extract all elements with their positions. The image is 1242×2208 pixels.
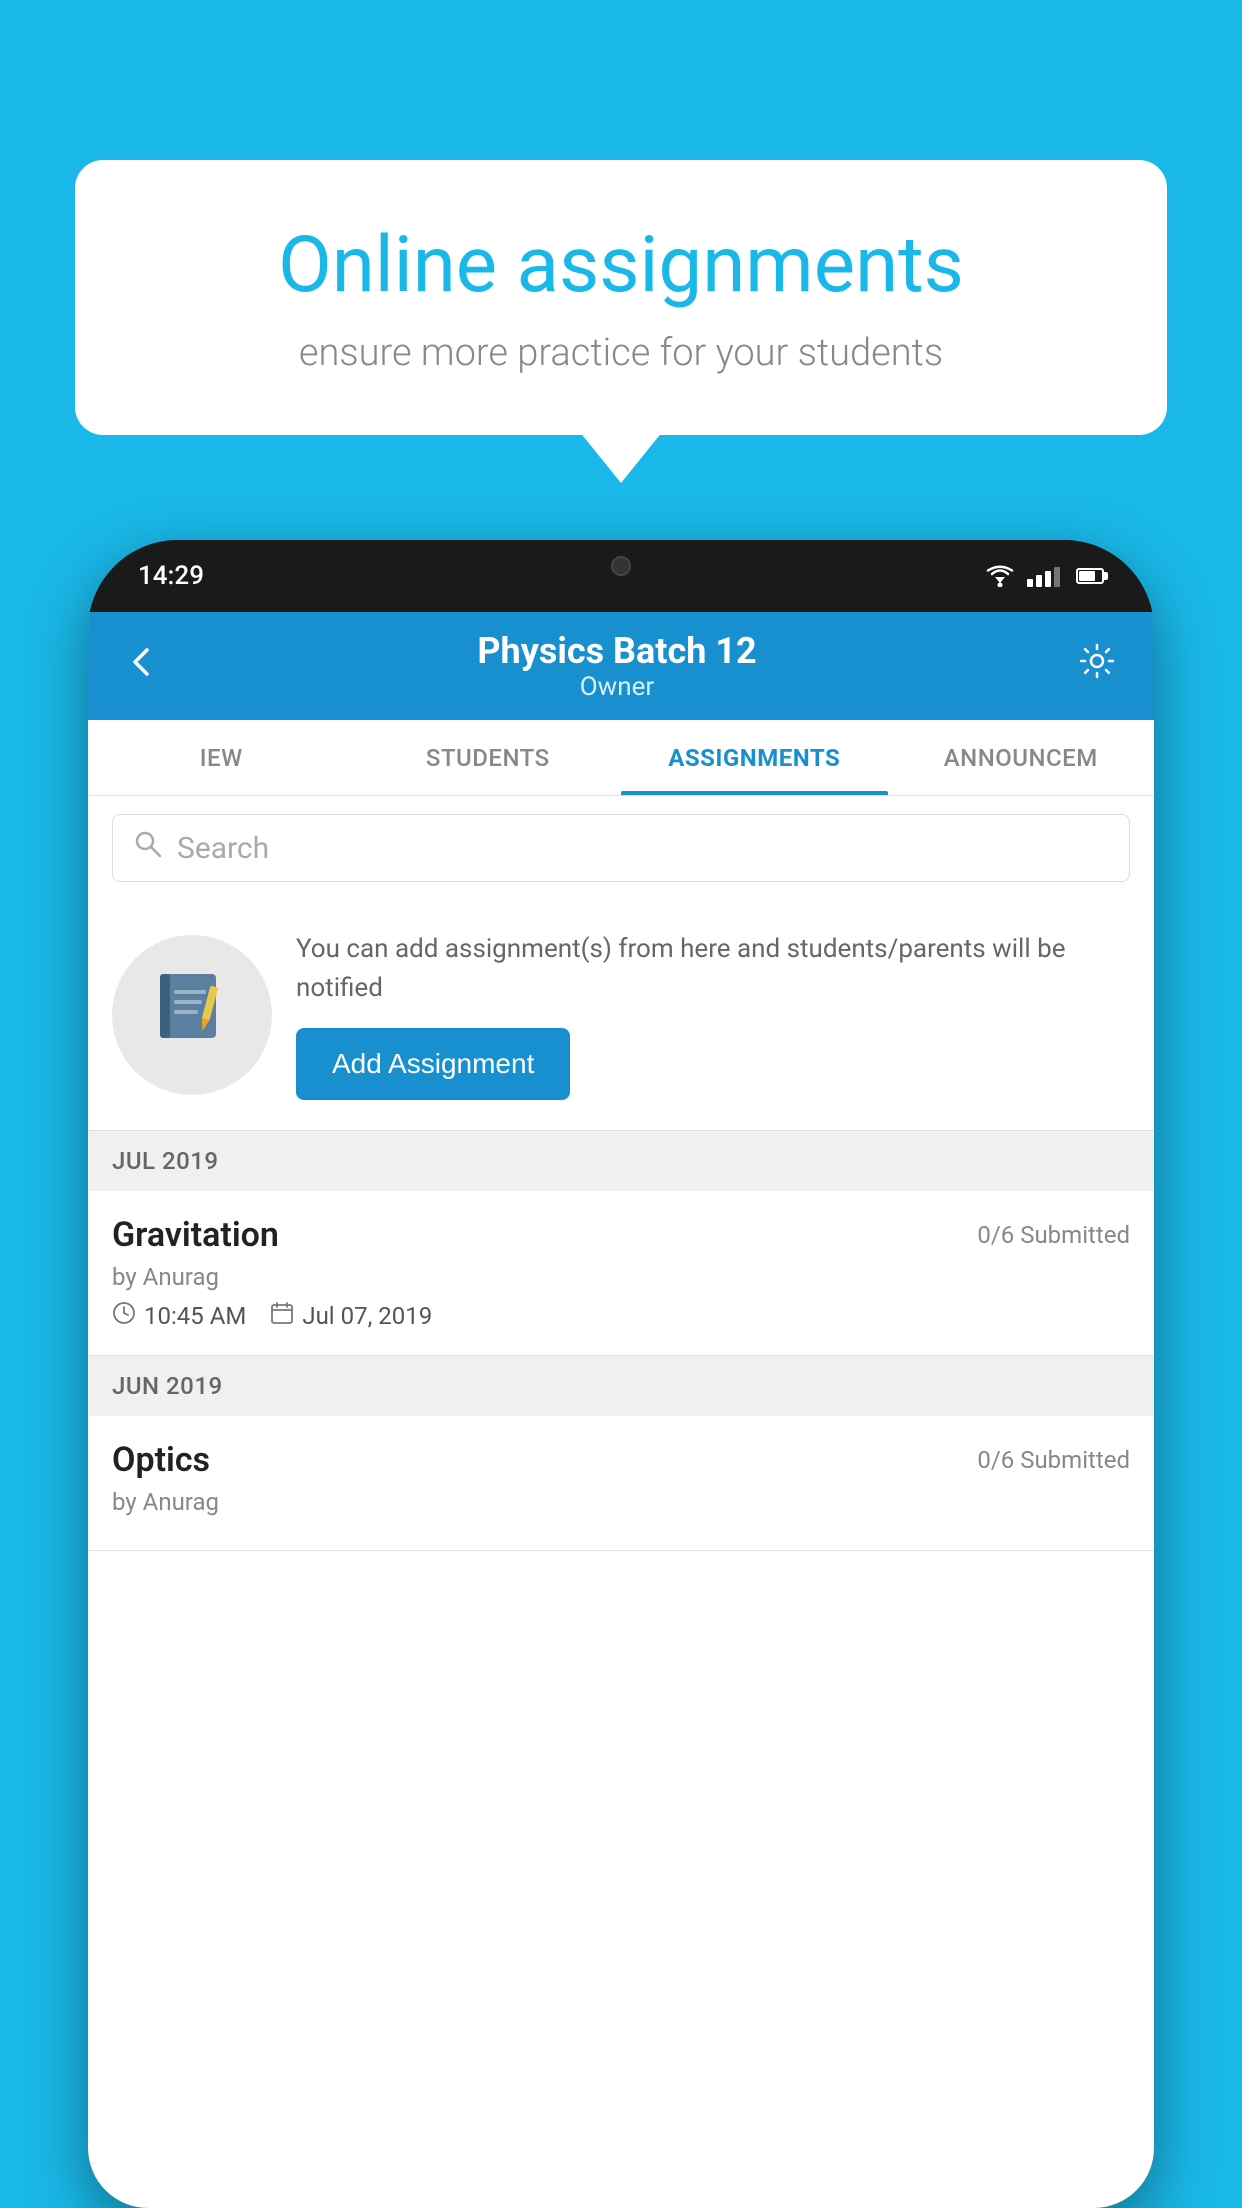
- back-button[interactable]: [123, 643, 159, 690]
- camera: [611, 556, 631, 576]
- assignment-meta-gravitation: 10:45 AM Jul 07, 2019: [112, 1301, 1130, 1331]
- tab-students[interactable]: STUDENTS: [355, 720, 622, 795]
- status-time: 14:29: [138, 561, 204, 591]
- assignment-submitted-optics: 0/6 Submitted: [977, 1446, 1130, 1474]
- promo-title: Online assignments: [145, 220, 1097, 311]
- calendar-icon: [270, 1301, 294, 1331]
- assignment-by-optics: by Anurag: [112, 1488, 1130, 1516]
- battery-icon: [1076, 568, 1104, 584]
- tab-view[interactable]: IEW: [88, 720, 355, 795]
- search-icon: [133, 829, 163, 867]
- section-header-jun: JUN 2019: [88, 1356, 1154, 1416]
- assignment-row1-optics: Optics 0/6 Submitted: [112, 1440, 1130, 1480]
- settings-button[interactable]: [1075, 639, 1119, 694]
- add-assignment-button[interactable]: Add Assignment: [296, 1028, 570, 1100]
- phone-screen: Physics Batch 12 Owner IEW STUDENTS ASSI…: [88, 612, 1154, 2208]
- assignment-item-gravitation[interactable]: Gravitation 0/6 Submitted by Anurag 10:4…: [88, 1191, 1154, 1356]
- assignment-date: Jul 07, 2019: [270, 1301, 432, 1331]
- batch-subtitle: Owner: [477, 672, 756, 702]
- assignment-icon-circle: [112, 935, 272, 1095]
- assignment-time: 10:45 AM: [112, 1301, 246, 1331]
- search-container: Search: [88, 796, 1154, 900]
- status-bar: 14:29: [88, 540, 1154, 612]
- section-header-jul: JUL 2019: [88, 1131, 1154, 1191]
- clock-icon: [112, 1301, 136, 1331]
- tab-announcements[interactable]: ANNOUNCEM: [888, 720, 1155, 795]
- promo-subtitle: ensure more practice for your students: [145, 331, 1097, 375]
- app-header: Physics Batch 12 Owner: [88, 612, 1154, 720]
- assignment-submitted-gravitation: 0/6 Submitted: [977, 1221, 1130, 1249]
- assignment-title-gravitation: Gravitation: [112, 1215, 279, 1255]
- signal-icon: [1027, 565, 1060, 587]
- batch-title: Physics Batch 12: [477, 630, 756, 672]
- date-value: Jul 07, 2019: [302, 1302, 432, 1330]
- phone-frame: 14:29: [88, 540, 1154, 2208]
- tab-assignments[interactable]: ASSIGNMENTS: [621, 720, 888, 795]
- search-bar[interactable]: Search: [112, 814, 1130, 882]
- promo-description: You can add assignment(s) from here and …: [296, 930, 1130, 1008]
- assignment-title-optics: Optics: [112, 1440, 210, 1480]
- promo-card: Online assignments ensure more practice …: [75, 160, 1167, 435]
- notch: [541, 540, 701, 592]
- assignment-row1: Gravitation 0/6 Submitted: [112, 1215, 1130, 1255]
- header-title-area: Physics Batch 12 Owner: [477, 630, 756, 702]
- time-value: 10:45 AM: [144, 1302, 246, 1330]
- promo-section: You can add assignment(s) from here and …: [88, 900, 1154, 1131]
- assignment-by-gravitation: by Anurag: [112, 1263, 1130, 1291]
- promo-right: You can add assignment(s) from here and …: [296, 930, 1130, 1100]
- notebook-icon: [152, 966, 232, 1064]
- status-icons: [985, 565, 1104, 587]
- assignment-item-optics[interactable]: Optics 0/6 Submitted by Anurag: [88, 1416, 1154, 1551]
- search-placeholder: Search: [177, 831, 269, 866]
- tabs-bar: IEW STUDENTS ASSIGNMENTS ANNOUNCEM: [88, 720, 1154, 796]
- wifi-icon: [985, 565, 1015, 587]
